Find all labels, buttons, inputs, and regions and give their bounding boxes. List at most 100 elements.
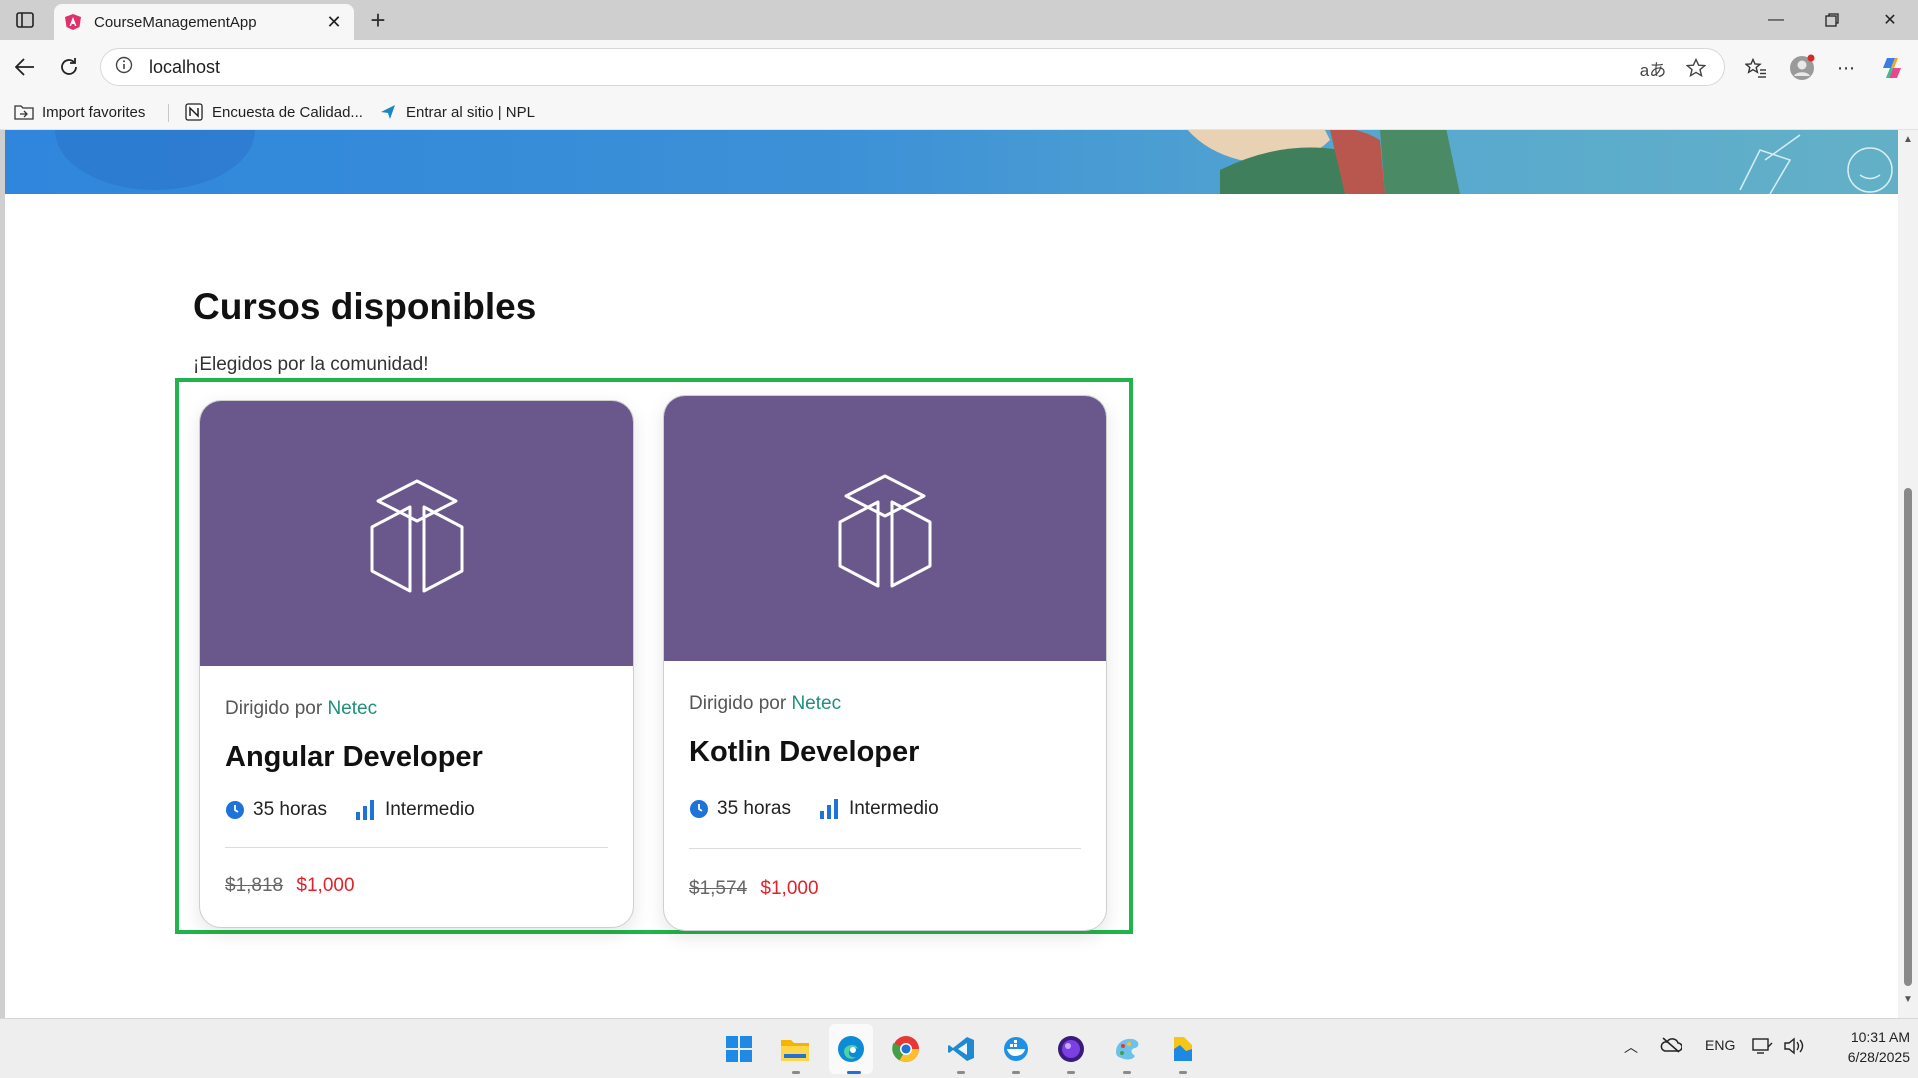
bookmark-encuesta[interactable]: Encuesta de Calidad...: [184, 100, 363, 124]
profile-avatar-icon[interactable]: [1786, 52, 1818, 84]
vertical-scrollbar[interactable]: ▲ ▼: [1898, 130, 1918, 1018]
clock-date: 6/28/2025: [1847, 1049, 1910, 1065]
page-title: Cursos disponibles: [193, 286, 537, 327]
tab-close-icon[interactable]: ✕: [324, 12, 344, 32]
vscode-icon[interactable]: [944, 1032, 978, 1066]
url-text[interactable]: localhost: [149, 57, 220, 78]
hero-blob-shape: [55, 130, 255, 190]
edge-icon[interactable]: [834, 1032, 868, 1066]
course-directed-by: Dirigido por Netec: [225, 698, 377, 720]
bar-chart-icon: [819, 799, 838, 819]
address-toolbar: localhost aあ ⋯: [0, 40, 1918, 94]
clock-icon: [690, 800, 708, 818]
course-prices: $1,818 $1,000: [225, 875, 355, 897]
page-viewport: ▲ ▼ Cursos disponibles ¡Elegidos por la …: [0, 130, 1918, 1018]
running-indicator: [957, 1071, 965, 1074]
running-indicator: [1179, 1071, 1187, 1074]
onedrive-offline-icon[interactable]: [1660, 1037, 1683, 1056]
restore-icon[interactable]: [1804, 0, 1860, 40]
windows-taskbar: ︿ ENG 10:31 AM 6/28/2025: [0, 1018, 1918, 1078]
bookmark-label: Encuesta de Calidad...: [212, 103, 363, 121]
directed-by-label: Dirigido por: [225, 698, 323, 719]
show-hidden-icons-chevron-icon[interactable]: ︿: [1624, 1037, 1638, 1057]
bookmark-npl[interactable]: Entrar al sitio | NPL: [378, 100, 535, 124]
level-text: Intermedio: [848, 798, 939, 819]
file-explorer-icon[interactable]: [778, 1032, 812, 1066]
running-indicator: [1067, 1071, 1075, 1074]
network-icon[interactable]: [1752, 1037, 1774, 1058]
page-subtitle: ¡Elegidos por la comunidad!: [193, 354, 429, 375]
card-divider: [225, 847, 608, 848]
course-level: Intermedio: [355, 799, 475, 821]
more-options-icon[interactable]: ⋯: [1830, 52, 1862, 84]
back-arrow-icon[interactable]: [10, 52, 40, 82]
windows-start-icon[interactable]: [722, 1032, 756, 1066]
folder-import-icon: [14, 102, 34, 122]
running-indicator: [1123, 1071, 1131, 1074]
course-prices: $1,574 $1,000: [689, 878, 819, 900]
scroll-up-arrow-icon[interactable]: ▲: [1902, 134, 1914, 146]
notion-icon: [184, 102, 204, 122]
bookmarks-bar: Import favorites Encuesta de Calidad... …: [0, 94, 1918, 130]
read-aloud-icon[interactable]: aあ: [1636, 49, 1670, 87]
running-indicator: [1012, 1071, 1020, 1074]
favorites-list-icon[interactable]: [1740, 52, 1772, 84]
course-duration: 35 horas: [689, 798, 791, 820]
copilot-icon[interactable]: [1876, 52, 1908, 84]
app-purple-icon[interactable]: [1054, 1032, 1088, 1066]
bookmark-import-favorites[interactable]: Import favorites: [14, 100, 145, 124]
volume-icon[interactable]: [1783, 1037, 1805, 1058]
npl-arrow-icon: [378, 102, 398, 122]
course-meta: 35 horas Intermedio: [225, 799, 503, 821]
hero-person-illustration: [1187, 130, 1460, 194]
current-price: $1,000: [296, 875, 355, 896]
course-image: [664, 396, 1106, 661]
course-title[interactable]: Kotlin Developer: [689, 736, 919, 769]
system-clock[interactable]: 10:31 AM 6/28/2025: [1820, 1027, 1910, 1067]
scroll-down-arrow-icon[interactable]: ▼: [1902, 994, 1914, 1006]
tab-title: CourseManagementApp: [94, 13, 257, 31]
scrollbar-thumb[interactable]: [1904, 488, 1912, 986]
refresh-icon[interactable]: [54, 52, 84, 82]
clock-time: 10:31 AM: [1850, 1029, 1910, 1045]
course-card[interactable]: Dirigido por Netec Kotlin Developer 35 h…: [663, 395, 1107, 931]
duration-text: 35 horas: [717, 798, 791, 819]
browser-tab-bar: CourseManagementApp ✕ + — ✕: [0, 0, 1918, 40]
browser-tab-active[interactable]: CourseManagementApp ✕: [54, 4, 354, 40]
new-tab-button[interactable]: +: [364, 5, 392, 35]
course-directed-by: Dirigido por Netec: [689, 693, 841, 715]
bookmark-label: Import favorites: [42, 103, 146, 121]
chrome-icon[interactable]: [889, 1032, 923, 1066]
running-indicator: [847, 1071, 861, 1074]
current-price: $1,000: [760, 878, 819, 899]
course-card[interactable]: Dirigido por Netec Angular Developer 35 …: [199, 400, 634, 928]
cube-icon: [838, 474, 932, 587]
close-window-icon[interactable]: ✕: [1862, 0, 1918, 40]
organization-link[interactable]: Netec: [327, 698, 377, 719]
course-title[interactable]: Angular Developer: [225, 741, 483, 774]
favorite-star-icon[interactable]: [1679, 49, 1713, 87]
course-level: Intermedio: [819, 798, 939, 820]
tab-actions-icon[interactable]: [10, 8, 40, 32]
angular-favicon-icon: [64, 13, 82, 31]
old-price: $1,574: [689, 878, 748, 899]
directed-by-label: Dirigido por: [689, 693, 787, 714]
bookmark-separator: [168, 104, 169, 122]
bookmark-label: Entrar al sitio | NPL: [406, 103, 535, 121]
organization-link[interactable]: Netec: [791, 693, 841, 714]
language-indicator[interactable]: ENG: [1705, 1037, 1735, 1053]
minimize-icon[interactable]: —: [1748, 0, 1804, 40]
running-indicator: [792, 1071, 800, 1074]
site-info-icon[interactable]: [115, 56, 133, 79]
course-meta: 35 horas Intermedio: [689, 798, 967, 820]
folder-app-icon[interactable]: [1166, 1032, 1200, 1066]
course-image: [200, 401, 633, 666]
hero-banner-image: [5, 130, 1898, 194]
old-price: $1,818: [225, 875, 284, 896]
paint-icon[interactable]: [1110, 1032, 1144, 1066]
hero-sketch-decoration: [1739, 134, 1893, 194]
card-divider: [689, 848, 1081, 849]
url-bar[interactable]: localhost aあ: [100, 48, 1725, 86]
docker-icon[interactable]: [999, 1032, 1033, 1066]
duration-text: 35 horas: [253, 799, 327, 820]
